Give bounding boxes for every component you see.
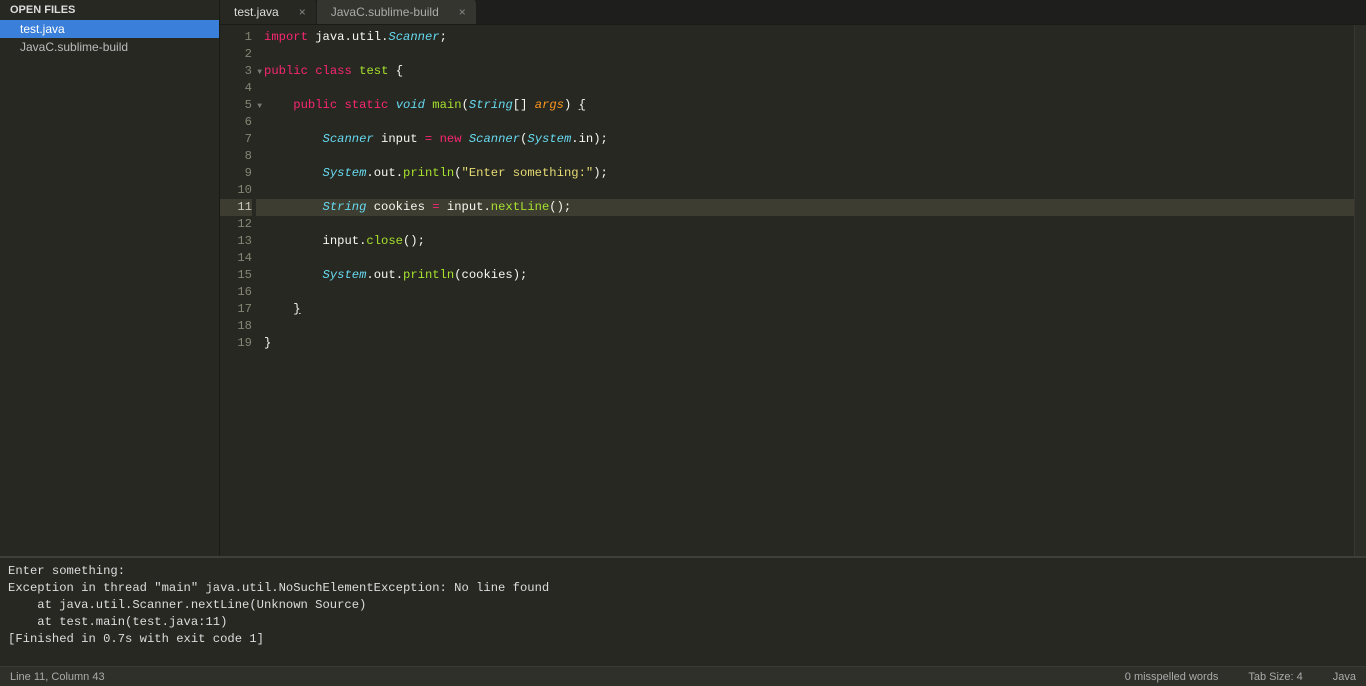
- code-line[interactable]: [264, 114, 1354, 131]
- code-area[interactable]: 123▼45▼678910111213141516171819 import j…: [220, 25, 1366, 556]
- code-line[interactable]: public class test {: [264, 63, 1354, 80]
- code-line[interactable]: [264, 284, 1354, 301]
- code-line[interactable]: [264, 46, 1354, 63]
- line-number[interactable]: 10: [220, 182, 252, 199]
- tab-bar: test.java × JavaC.sublime-build ×: [220, 0, 1366, 25]
- code-line[interactable]: }: [264, 301, 1354, 318]
- close-icon[interactable]: ×: [299, 5, 306, 19]
- code-content[interactable]: import java.util.Scanner; public class te…: [256, 25, 1354, 556]
- line-number[interactable]: 2: [220, 46, 252, 63]
- line-number[interactable]: 16: [220, 284, 252, 301]
- code-line[interactable]: String cookies = input.nextLine();: [256, 199, 1354, 216]
- statusbar: Line 11, Column 43 0 misspelled words Ta…: [0, 666, 1366, 686]
- code-line[interactable]: [264, 182, 1354, 199]
- line-number[interactable]: 5▼: [220, 97, 252, 114]
- line-number[interactable]: 7: [220, 131, 252, 148]
- line-number[interactable]: 6: [220, 114, 252, 131]
- line-number[interactable]: 19: [220, 335, 252, 352]
- code-line[interactable]: Scanner input = new Scanner(System.in);: [264, 131, 1354, 148]
- status-tabsize[interactable]: Tab Size: 4: [1248, 671, 1302, 683]
- code-line[interactable]: import java.util.Scanner;: [264, 29, 1354, 46]
- sidebar-item[interactable]: JavaC.sublime-build: [0, 38, 219, 56]
- code-line[interactable]: [264, 80, 1354, 97]
- line-number[interactable]: 14: [220, 250, 252, 267]
- line-number[interactable]: 12: [220, 216, 252, 233]
- line-number[interactable]: 9: [220, 165, 252, 182]
- code-line[interactable]: [264, 216, 1354, 233]
- code-line[interactable]: }: [264, 335, 1354, 352]
- tab-label: test.java: [234, 5, 279, 19]
- line-number[interactable]: 3▼: [220, 63, 252, 80]
- code-line[interactable]: [264, 318, 1354, 335]
- line-number[interactable]: 4: [220, 80, 252, 97]
- code-line[interactable]: public static void main(String[] args) {: [264, 97, 1354, 114]
- editor-tab[interactable]: test.java ×: [220, 0, 317, 24]
- code-line[interactable]: [264, 148, 1354, 165]
- tab-label: JavaC.sublime-build: [331, 5, 439, 19]
- sidebar-item[interactable]: test.java: [0, 20, 219, 38]
- editor-pane: test.java×JavaC.sublime-build× 123▼45▼67…: [220, 0, 1366, 556]
- code-line[interactable]: System.out.println("Enter something:");: [264, 165, 1354, 182]
- line-number[interactable]: 18: [220, 318, 252, 335]
- sidebar-header: OPEN FILES: [0, 0, 219, 20]
- status-language[interactable]: Java: [1333, 671, 1356, 683]
- code-line[interactable]: input.close();: [264, 233, 1354, 250]
- code-line[interactable]: System.out.println(cookies);: [264, 267, 1354, 284]
- vertical-scrollbar[interactable]: [1354, 25, 1366, 556]
- line-number[interactable]: 1: [220, 29, 252, 46]
- editor-tab[interactable]: JavaC.sublime-build ×: [317, 0, 477, 24]
- line-number[interactable]: 17: [220, 301, 252, 318]
- build-output-panel[interactable]: Enter something: Exception in thread "ma…: [0, 556, 1366, 666]
- status-spell[interactable]: 0 misspelled words: [1125, 671, 1219, 683]
- status-position[interactable]: Line 11, Column 43: [10, 671, 105, 683]
- code-line[interactable]: [264, 250, 1354, 267]
- gutter: 123▼45▼678910111213141516171819: [220, 25, 256, 556]
- line-number[interactable]: 8: [220, 148, 252, 165]
- sidebar: OPEN FILES test.javaJavaC.sublime-build: [0, 0, 220, 556]
- line-number[interactable]: 13: [220, 233, 252, 250]
- close-icon[interactable]: ×: [459, 5, 466, 19]
- line-number[interactable]: 15: [220, 267, 252, 284]
